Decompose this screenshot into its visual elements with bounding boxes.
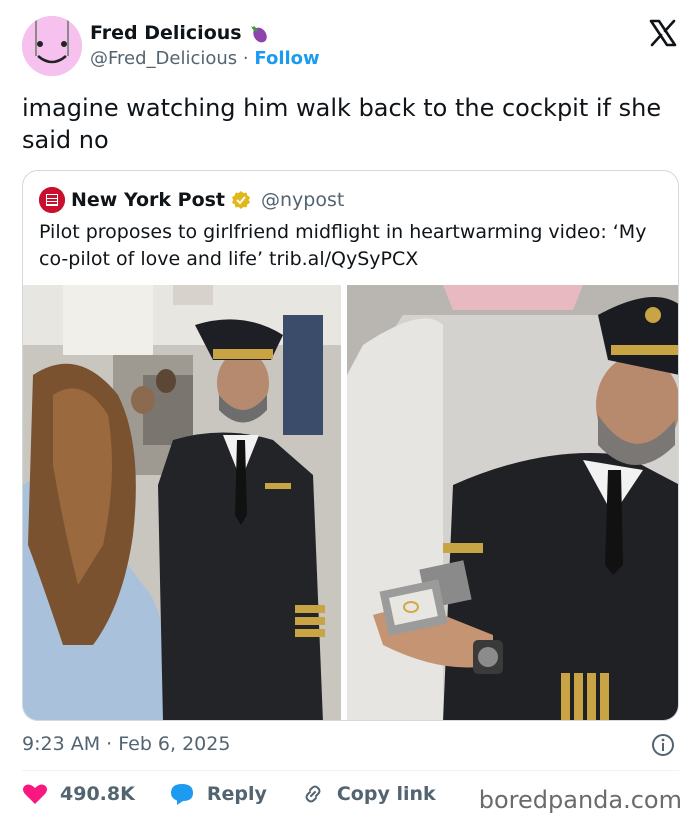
author-avatar[interactable]	[22, 16, 82, 76]
link-icon	[305, 785, 321, 803]
new-york-post-logo-icon[interactable]	[39, 187, 65, 213]
author-name-row[interactable]: Fred Delicious	[90, 22, 270, 44]
info-icon[interactable]	[651, 733, 675, 757]
quoted-tweet-media[interactable]	[23, 285, 678, 720]
author-block: Fred Delicious @Fred_Delicious · Follow	[90, 22, 320, 69]
reply-button[interactable]: Reply	[169, 782, 267, 806]
time-separator: ·	[106, 733, 113, 755]
avatar-face-icon	[22, 16, 82, 76]
verified-badge-icon	[232, 191, 251, 209]
copy-link-button[interactable]: Copy link	[301, 782, 436, 806]
like-count: 490.8K	[60, 783, 135, 805]
x-logo-icon[interactable]	[648, 18, 678, 48]
tweet-time: 9:23 AM	[22, 733, 101, 755]
handle-separator: ·	[242, 48, 249, 69]
quoted-author-name[interactable]: New York Post	[71, 189, 225, 211]
quoted-author-handle[interactable]: @nypost	[261, 189, 344, 211]
follow-button[interactable]: Follow	[254, 48, 319, 69]
heart-icon	[23, 784, 47, 804]
copy-link-label: Copy link	[336, 783, 436, 805]
like-button[interactable]: 490.8K	[22, 782, 135, 806]
quoted-tweet-text: Pilot proposes to girlfriend midflight i…	[39, 221, 647, 270]
tweet-timestamp[interactable]: 9:23 AM · Feb 6, 2025	[22, 733, 230, 755]
reply-bubble-icon	[170, 784, 193, 805]
eggplant-icon	[250, 25, 267, 43]
reply-label: Reply	[206, 783, 267, 805]
author-name[interactable]: Fred Delicious	[90, 22, 242, 44]
action-bar: 490.8K Reply Copy link	[22, 782, 470, 806]
quoted-tweet-header: New York Post @nypost	[39, 187, 344, 213]
tweet-card: Fred Delicious @Fred_Delicious · Follow …	[0, 0, 700, 824]
author-handle[interactable]: @Fred_Delicious	[90, 48, 237, 69]
pilot-proposal-photo	[23, 285, 678, 720]
tweet-date: Feb 6, 2025	[118, 733, 231, 755]
footer-divider	[22, 770, 679, 771]
tweet-text: imagine watching him walk back to the co…	[22, 94, 662, 154]
handle-row: @Fred_Delicious · Follow	[90, 48, 320, 69]
nyp-logo-mark	[39, 187, 65, 213]
quoted-tweet[interactable]: New York Post @nypost Pilot proposes to …	[22, 170, 679, 721]
boredpanda-watermark: boredpanda.com	[478, 786, 682, 814]
